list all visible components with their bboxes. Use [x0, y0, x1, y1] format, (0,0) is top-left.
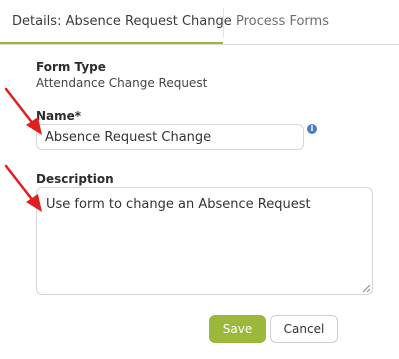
form-type-label: Form Type: [36, 60, 106, 74]
tab-process-forms[interactable]: Process Forms: [236, 14, 329, 29]
tab-bar: Details: Absence Request Change Process …: [0, 0, 399, 45]
description-field[interactable]: Use form to change an Absence Request: [36, 187, 373, 295]
active-tab-indicator: [0, 42, 223, 44]
name-field[interactable]: [36, 124, 304, 150]
tab-details[interactable]: Details: Absence Request Change: [12, 14, 232, 29]
resize-handle-icon[interactable]: [362, 284, 371, 293]
annotation-arrow-name: [4, 87, 42, 135]
tab-divider: [223, 8, 224, 38]
form-type-value: Attendance Change Request: [36, 76, 208, 90]
info-icon[interactable]: i: [307, 124, 317, 134]
save-button[interactable]: Save: [209, 315, 266, 343]
annotation-arrow-description: [4, 164, 42, 212]
cancel-button[interactable]: Cancel: [270, 315, 338, 343]
